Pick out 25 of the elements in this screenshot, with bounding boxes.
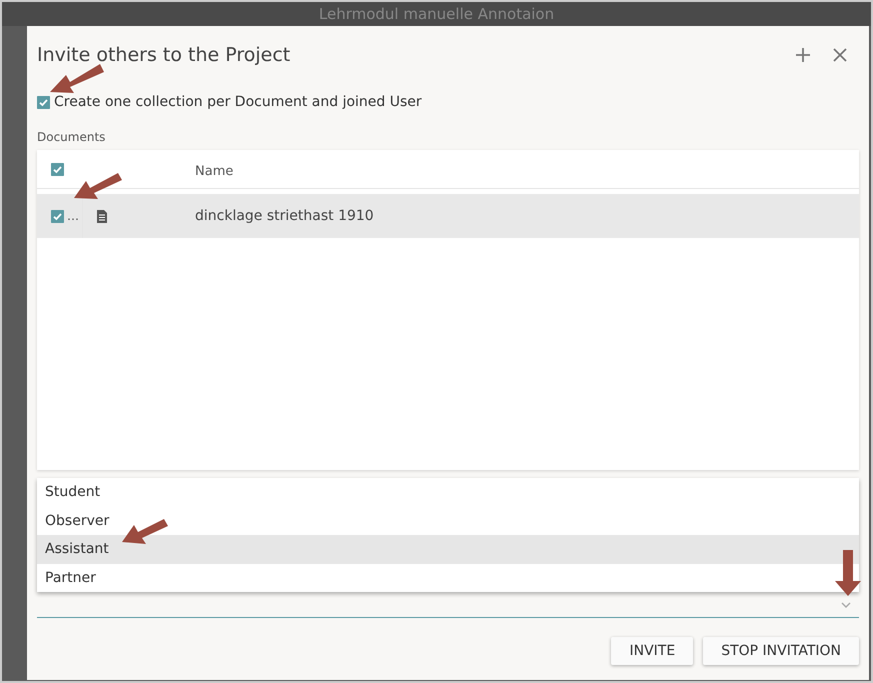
column-header: Name <box>195 164 234 178</box>
annotation-arrow-drawing <box>74 173 122 199</box>
document-name: dincklage striethast 1910 <box>195 208 374 224</box>
collection-option-label: Create one collection per Document and joined User <box>54 94 422 110</box>
role-option[interactable]: Observer <box>37 506 859 535</box>
role-option[interactable]: Partner <box>37 564 859 592</box>
add-icon[interactable] <box>795 47 811 63</box>
role-option[interactable]: Student <box>37 478 859 506</box>
stop-invitation-button[interactable]: STOP INVITATION <box>703 637 859 665</box>
document-icon <box>97 210 107 222</box>
checkbox[interactable] <box>37 96 50 108</box>
annotation-arrow-drawing <box>122 519 168 544</box>
invite-button[interactable]: INVITE <box>611 637 694 665</box>
annotation-arrow-drawing <box>835 550 861 596</box>
chevron-down-icon <box>841 602 851 608</box>
close-icon[interactable] <box>833 48 847 62</box>
checkbox[interactable] <box>51 162 64 176</box>
more-options[interactable]: … <box>67 209 79 223</box>
role-option[interactable]: Assistant <box>37 535 859 564</box>
dialog-title: Invite others to the Project <box>37 44 292 66</box>
documents-label: Documents <box>37 130 106 144</box>
annotation-arrow-drawing <box>50 64 104 93</box>
background-page-title: Lehrmodul manuelle Annotaion <box>318 5 554 23</box>
checkbox[interactable] <box>51 210 64 222</box>
document-row[interactable]: … dincklage striethast 1910 <box>37 194 859 238</box>
